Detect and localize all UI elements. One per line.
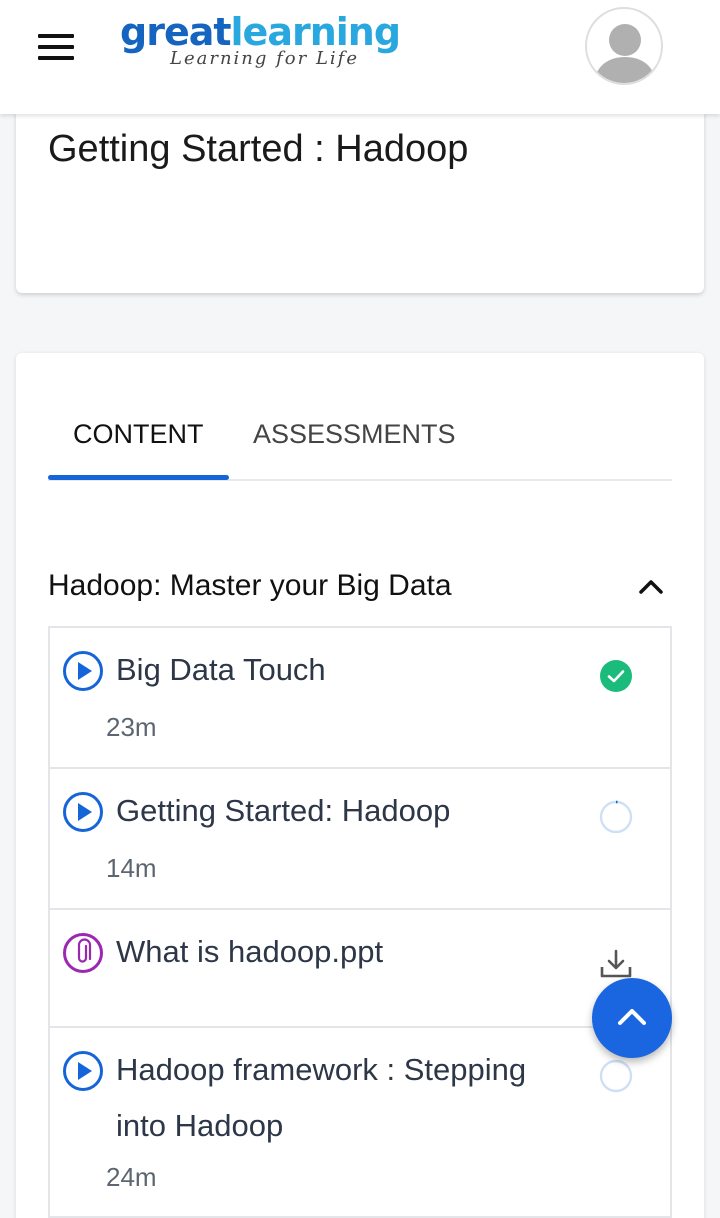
avatar-person-icon: [593, 24, 657, 83]
scroll-to-top-button[interactable]: [592, 978, 672, 1058]
item-duration: 24m: [106, 1162, 157, 1192]
attachment-paperclip-icon: [63, 933, 103, 973]
play-circle-icon: [63, 1051, 103, 1091]
section-title: Hadoop: Master your Big Data: [48, 569, 452, 602]
download-icon[interactable]: [598, 946, 634, 982]
tab-bar: CONTENT ASSESSMENTS: [48, 409, 672, 481]
item-title: Big Data Touch: [116, 652, 326, 687]
list-item[interactable]: Big Data Touch 23m: [50, 628, 670, 769]
content-list: Big Data Touch 23m Getting Started: Hado…: [48, 626, 672, 1218]
user-avatar[interactable]: [585, 7, 663, 85]
item-duration: 23m: [106, 712, 157, 742]
content-card: CONTENT ASSESSMENTS Hadoop: Master your …: [16, 353, 704, 1218]
chevron-up-icon[interactable]: [638, 577, 664, 595]
section-header[interactable]: Hadoop: Master your Big Data: [48, 563, 672, 613]
list-item[interactable]: Hadoop framework : Stepping into Hadoop …: [50, 1028, 670, 1218]
play-circle-icon: [63, 651, 103, 691]
list-item[interactable]: What is hadoop.ppt: [50, 910, 670, 1028]
item-title: Getting Started: Hadoop: [116, 793, 451, 828]
progress-circle-icon: [599, 800, 633, 834]
item-title: What is hadoop.ppt: [116, 934, 384, 969]
logo-tagline: Learning for Life: [170, 48, 359, 69]
chevron-up-icon: [618, 1009, 646, 1025]
great-learning-logo[interactable]: greatlearning Learning for Life: [120, 8, 430, 72]
page-title: Getting Started : Hadoop: [48, 128, 469, 170]
item-title: Hadoop framework : Stepping into Hadoop: [116, 1052, 527, 1143]
list-item[interactable]: Getting Started: Hadoop 14m: [50, 769, 670, 910]
top-app-bar: greatlearning Learning for Life: [0, 0, 720, 114]
tab-assessments[interactable]: ASSESSMENTS: [253, 419, 456, 450]
tab-content[interactable]: CONTENT: [73, 419, 204, 450]
not-started-circle-icon: [599, 1059, 633, 1093]
hamburger-menu-icon[interactable]: [38, 34, 74, 60]
item-duration: 14m: [106, 853, 157, 883]
title-card: Getting Started : Hadoop: [16, 110, 704, 293]
active-tab-indicator: [48, 475, 229, 480]
play-circle-icon: [63, 792, 103, 832]
check-circle-icon: [600, 660, 632, 692]
